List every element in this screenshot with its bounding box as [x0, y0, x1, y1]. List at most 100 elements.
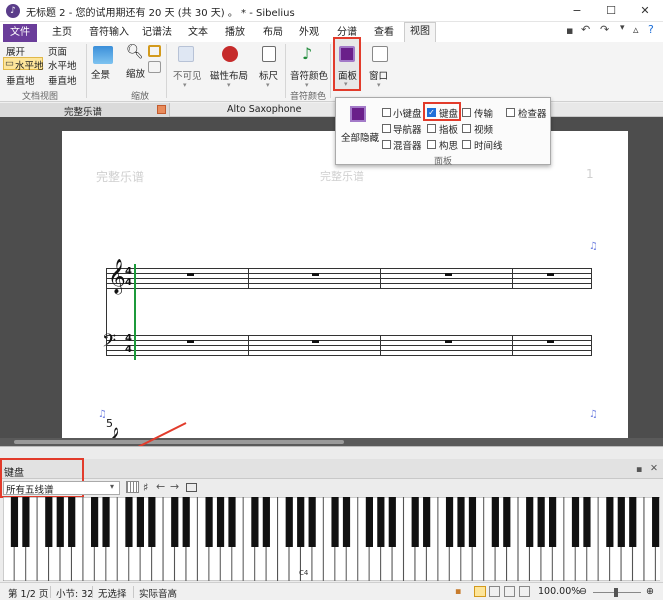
black-key[interactable]	[503, 497, 511, 547]
black-key[interactable]	[652, 497, 660, 547]
tab-view[interactable]: 视图	[404, 22, 436, 42]
help-icon[interactable]: ?	[648, 23, 654, 36]
black-key[interactable]	[423, 497, 431, 547]
checkbox-small-keyboard[interactable]	[382, 108, 391, 117]
tab-appearance[interactable]: 外观	[296, 24, 322, 42]
hide-all-button[interactable]: 全部隐藏	[341, 130, 379, 144]
minimize-button[interactable]: −	[569, 3, 585, 19]
lock-icon[interactable]: ▪	[455, 586, 461, 597]
sharp-flat-icon[interactable]: ♯	[143, 481, 148, 494]
checkbox-transport[interactable]	[462, 108, 471, 117]
black-key[interactable]	[68, 497, 76, 547]
checkbox-video[interactable]	[462, 124, 471, 133]
tab-alto-saxophone[interactable]: Alto Saxophone	[227, 104, 301, 115]
black-key[interactable]	[262, 497, 270, 547]
black-key[interactable]	[445, 497, 454, 547]
zoom-button[interactable]: 缩放	[126, 66, 145, 80]
checkbox-navigator[interactable]	[382, 124, 391, 133]
black-key[interactable]	[171, 497, 179, 547]
invisibles-button[interactable]: 不可见	[173, 68, 202, 82]
focus-view-icon[interactable]	[519, 586, 530, 597]
dropdown-icon[interactable]: ▾	[620, 23, 625, 33]
rulers-button[interactable]: 标尺	[259, 68, 278, 82]
black-key[interactable]	[182, 497, 190, 547]
black-key[interactable]	[629, 497, 637, 547]
close-tab-icon[interactable]	[157, 105, 166, 114]
black-key[interactable]	[342, 497, 351, 547]
black-key[interactable]	[148, 497, 156, 547]
black-key[interactable]	[136, 497, 144, 547]
checkbox-timeline[interactable]	[462, 140, 471, 149]
black-key[interactable]	[571, 497, 580, 547]
tab-review[interactable]: 查看	[371, 24, 397, 42]
black-key[interactable]	[308, 497, 316, 547]
black-key[interactable]	[526, 497, 534, 547]
black-key[interactable]	[365, 497, 373, 547]
black-key[interactable]	[491, 497, 499, 547]
panorama-view-icon[interactable]	[489, 586, 500, 597]
piano-keyboard[interactable]: C4	[3, 497, 660, 581]
pin-icon[interactable]: ▪	[636, 464, 642, 475]
black-key[interactable]	[468, 497, 477, 547]
black-key[interactable]	[228, 497, 236, 547]
black-key[interactable]	[606, 497, 614, 547]
maximize-button[interactable]: ☐	[603, 3, 619, 19]
black-key[interactable]	[549, 497, 557, 547]
doc-view-vertical-2[interactable]: 垂直地	[48, 73, 77, 87]
undo-icon[interactable]: ↶	[581, 23, 590, 36]
tab-text[interactable]: 文本	[185, 24, 211, 42]
collapse-ribbon-icon[interactable]: ▵	[633, 23, 639, 36]
black-key[interactable]	[331, 497, 339, 547]
checkbox-fretboard[interactable]	[427, 124, 436, 133]
black-key[interactable]	[377, 497, 385, 547]
black-key[interactable]	[22, 497, 30, 547]
black-key[interactable]	[297, 497, 305, 547]
black-key[interactable]	[102, 497, 110, 547]
score-page[interactable]: 完整乐谱 完整乐谱 1 ♫ 𝄞 44 𝄢 44 ♫ ♫ 5	[62, 131, 628, 452]
black-key[interactable]	[285, 497, 293, 547]
zoom-in-icon[interactable]: ⊕	[646, 586, 654, 597]
doc-view-horizontal-2[interactable]: 水平地	[48, 58, 77, 72]
zoom-box-icon[interactable]	[148, 45, 161, 57]
doc-view-spread[interactable]: 展开	[6, 44, 25, 58]
checkbox-inspector[interactable]	[506, 108, 515, 117]
magnetic-layout-button[interactable]: 磁性布局	[210, 68, 248, 82]
keyboard-layout-icon[interactable]	[126, 481, 139, 493]
tab-file[interactable]: 文件	[3, 24, 37, 42]
black-key[interactable]	[537, 497, 545, 547]
black-key[interactable]	[10, 497, 19, 547]
draft-view-icon[interactable]	[504, 586, 515, 597]
octave-icon[interactable]	[186, 483, 197, 492]
black-key[interactable]	[617, 497, 625, 547]
black-key[interactable]	[45, 497, 53, 547]
doc-view-vertical[interactable]: 垂直地	[6, 73, 35, 87]
note-colors-button[interactable]: 音符颜色	[290, 68, 328, 82]
close-panel-icon[interactable]: ✕	[650, 463, 658, 474]
page-view-icon[interactable]	[474, 586, 486, 597]
tab-note-input[interactable]: 音符输入	[88, 24, 130, 42]
checkbox-mixer[interactable]	[382, 140, 391, 149]
tab-notations[interactable]: 记谱法	[140, 24, 174, 42]
zoom-fit-icon[interactable]	[148, 61, 161, 73]
window-button[interactable]: 窗口	[369, 68, 388, 82]
black-key[interactable]	[251, 497, 259, 547]
right-arrow-icon[interactable]: →	[170, 480, 179, 493]
close-button[interactable]: ✕	[637, 3, 653, 19]
fullpage-button[interactable]: 全景	[91, 67, 110, 81]
doc-view-page[interactable]: 页面	[48, 44, 67, 58]
checkbox-ideas[interactable]	[427, 140, 436, 149]
black-key[interactable]	[205, 497, 213, 547]
left-arrow-icon[interactable]: ←	[156, 480, 165, 493]
black-key[interactable]	[583, 497, 591, 547]
black-key[interactable]	[457, 497, 465, 547]
tab-home[interactable]: 主页	[47, 24, 77, 42]
black-key[interactable]	[388, 497, 396, 547]
black-key[interactable]	[91, 497, 99, 547]
checkbox-keyboard[interactable]: ✓	[427, 108, 436, 117]
zoom-out-icon[interactable]: ⊖	[579, 586, 587, 597]
black-key[interactable]	[411, 497, 419, 547]
piano-keys[interactable]	[3, 497, 660, 581]
tab-layout[interactable]: 布局	[260, 24, 286, 42]
redo-icon[interactable]: ↷	[600, 23, 609, 36]
black-key[interactable]	[125, 497, 133, 547]
